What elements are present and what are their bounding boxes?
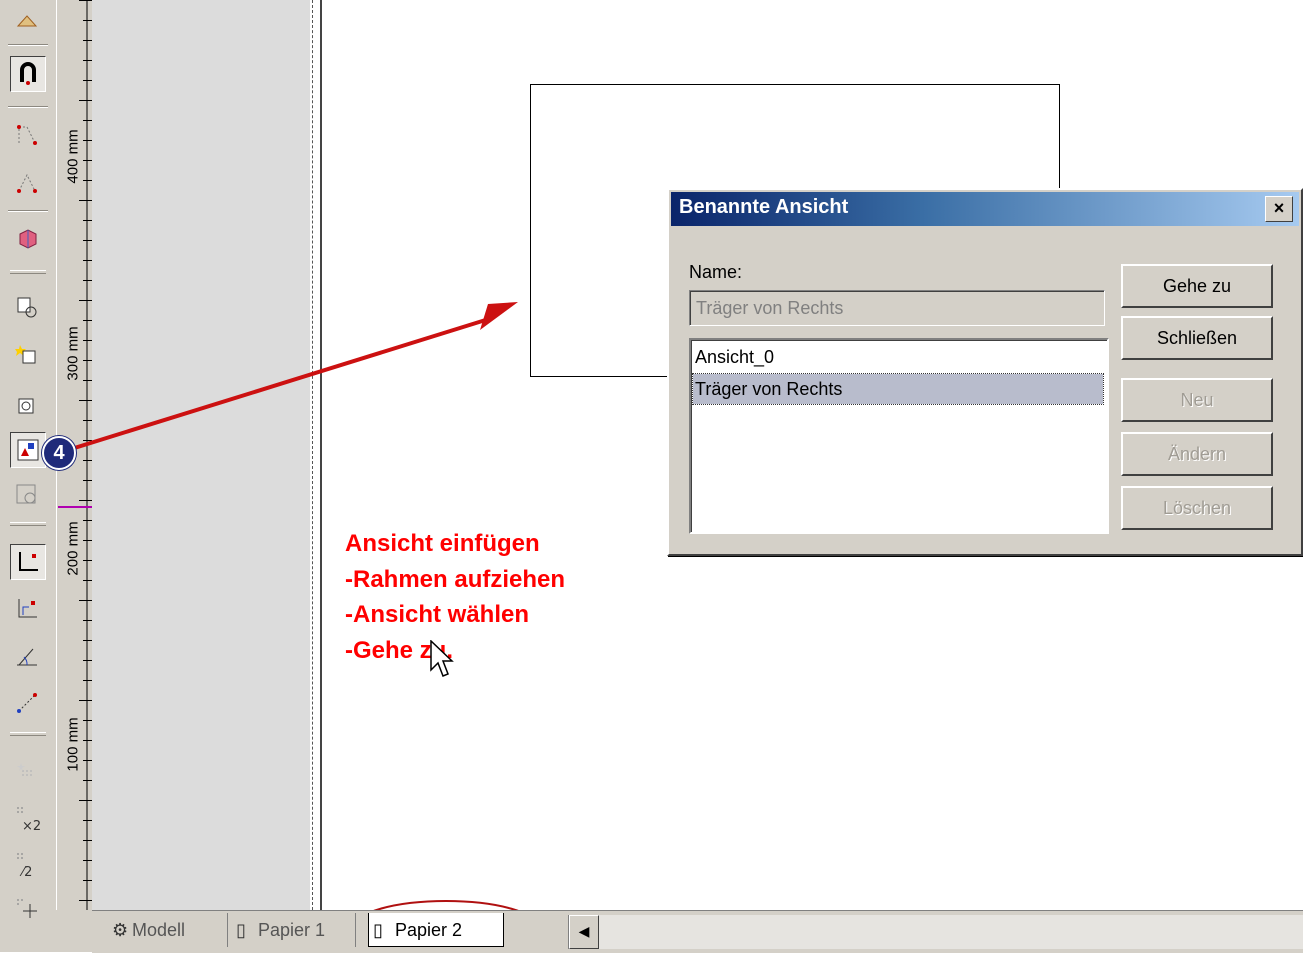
- ruler-corner: [56, 910, 92, 952]
- named-view-dialog: Benannte Ansicht × Name: Träger von Rech…: [667, 188, 1303, 556]
- name-label: Name:: [689, 262, 743, 282]
- sheet-tab-bar: ⚙ Modell ▯ Papier 1 ▯ Papier 2 ◀: [92, 910, 1303, 953]
- tab-modell[interactable]: ⚙ Modell: [108, 913, 228, 947]
- step-badge: 4: [42, 436, 76, 470]
- model-icon: ⚙: [112, 920, 129, 940]
- paper-1-icon: ▯: [236, 920, 246, 940]
- instruction-heading: Ansicht einfügen: [345, 530, 540, 557]
- tab-label: Modell: [132, 920, 186, 940]
- tab-label: Papier 1: [258, 920, 326, 940]
- view-listbox[interactable]: Ansicht_0 Träger von Rechts: [689, 338, 1109, 534]
- edit-button[interactable]: Ändern: [1121, 432, 1273, 476]
- list-item[interactable]: Ansicht_0: [693, 342, 1103, 372]
- horizontal-scrollbar[interactable]: ◀: [568, 915, 1303, 949]
- instruction-step-1: -Rahmen aufziehen: [345, 566, 566, 593]
- new-button[interactable]: Neu: [1121, 378, 1273, 422]
- close-button[interactable]: Schließen: [1121, 316, 1273, 360]
- tab-papier-2[interactable]: ▯ Papier 2: [368, 913, 504, 947]
- name-field[interactable]: Träger von Rechts: [689, 290, 1105, 326]
- annotation-arrow-head: [480, 302, 518, 330]
- delete-button[interactable]: Löschen: [1121, 486, 1273, 530]
- tab-papier-1[interactable]: ▯ Papier 1: [232, 913, 356, 947]
- annotation-arrow-line: [67, 316, 493, 452]
- goto-button[interactable]: Gehe zu: [1121, 264, 1273, 308]
- instruction-step-2: -Ansicht wählen: [345, 601, 530, 628]
- close-icon[interactable]: ×: [1265, 196, 1293, 222]
- mouse-cursor-icon: [430, 640, 454, 677]
- scroll-left-icon[interactable]: ◀: [569, 915, 599, 949]
- tab-label: Papier 2: [395, 920, 463, 940]
- paper-2-icon: ▯: [373, 920, 383, 940]
- list-item-selected[interactable]: Träger von Rechts: [692, 373, 1104, 405]
- dialog-title: Benannte Ansicht: [679, 196, 849, 218]
- dialog-titlebar[interactable]: Benannte Ansicht ×: [671, 192, 1299, 226]
